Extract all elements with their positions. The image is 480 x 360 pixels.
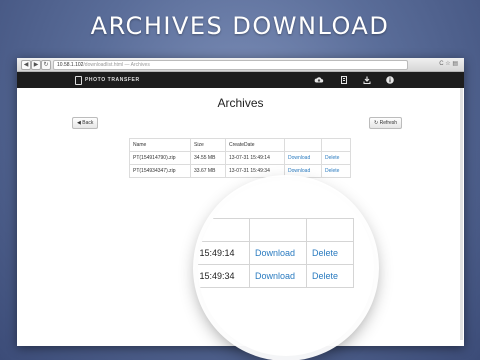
file-date: 13-07-31 15:49:14 xyxy=(225,151,285,165)
column-header-name: Name xyxy=(129,138,191,152)
magnified-header-download xyxy=(249,218,307,242)
magnified-download-link[interactable]: Download xyxy=(249,241,307,265)
delete-link[interactable]: Delete xyxy=(321,151,351,165)
file-name: PT(154934347).zip xyxy=(129,164,191,178)
app-brand: PHOTO TRANSFER xyxy=(85,77,140,83)
file-size: 34.55 MB xyxy=(190,151,226,165)
app-header: PHOTO TRANSFER xyxy=(17,72,464,88)
info-icon[interactable] xyxy=(385,75,395,85)
magnified-table: Date -31 15:49:14 Download Delete -31 15… xyxy=(198,218,354,288)
archive-icon[interactable] xyxy=(339,75,349,85)
page-scrollbar[interactable] xyxy=(460,88,463,340)
browser-chrome: ◀ ▶ ↻ 10.58.1.102/downloadlist.html — Ar… xyxy=(17,58,464,72)
column-header-delete xyxy=(321,138,351,152)
browser-menu-icons[interactable]: C ☆ ▤ xyxy=(439,60,458,69)
magnifier-lens: Date -31 15:49:14 Download Delete -31 15… xyxy=(198,180,374,356)
magnified-header-date: Date xyxy=(198,218,250,242)
magnified-delete-link[interactable]: Delete xyxy=(306,264,354,288)
archives-table: Name Size CreateDate PT(154914790).zip 3… xyxy=(129,138,351,178)
magnified-row: -31 15:49:34 Download Delete xyxy=(198,264,354,288)
file-size: 33.67 MB xyxy=(190,164,226,178)
table-row: PT(154914790).zip 34.55 MB 13-07-31 15:4… xyxy=(129,151,351,165)
photo-transfer-logo-icon xyxy=(75,76,82,85)
download-icon[interactable] xyxy=(362,75,372,85)
magnified-date: -31 15:49:34 xyxy=(198,264,250,288)
table-header-row: Name Size CreateDate xyxy=(129,138,351,152)
magnified-header-delete xyxy=(306,218,354,242)
headline: ARCHIVES DOWNLOAD xyxy=(90,12,390,40)
magnified-download-link[interactable]: Download xyxy=(249,264,307,288)
magnified-delete-link[interactable]: Delete xyxy=(306,241,354,265)
column-header-size: Size xyxy=(190,138,226,152)
back-button[interactable]: ◀ Back xyxy=(72,117,99,129)
column-header-createdate: CreateDate xyxy=(225,138,285,152)
magnified-row: -31 15:49:14 Download Delete xyxy=(198,241,354,265)
table-row: PT(154934347).zip 33.67 MB 13-07-31 15:4… xyxy=(129,164,351,178)
file-date: 13-07-31 15:49:34 xyxy=(225,164,285,178)
magnified-header-row: Date xyxy=(198,218,354,242)
page-title: Archives xyxy=(217,96,264,110)
back-nav-button[interactable]: ◀ xyxy=(21,60,31,70)
delete-link[interactable]: Delete xyxy=(321,164,351,178)
forward-nav-button[interactable]: ▶ xyxy=(31,60,41,70)
file-name: PT(154914790).zip xyxy=(129,151,191,165)
magnified-date: -31 15:49:14 xyxy=(198,241,250,265)
upload-cloud-icon[interactable] xyxy=(314,75,324,85)
download-link[interactable]: Download xyxy=(284,151,322,165)
download-link[interactable]: Download xyxy=(284,164,322,178)
url-path: /downloadlist.html — Archives xyxy=(83,62,150,68)
url-host: 10.58.1.102 xyxy=(57,62,84,68)
refresh-button[interactable]: ↻ Refresh xyxy=(369,117,403,129)
column-header-download xyxy=(284,138,322,152)
reload-button[interactable]: ↻ xyxy=(41,60,51,70)
address-bar[interactable]: 10.58.1.102/downloadlist.html — Archives xyxy=(53,60,408,70)
